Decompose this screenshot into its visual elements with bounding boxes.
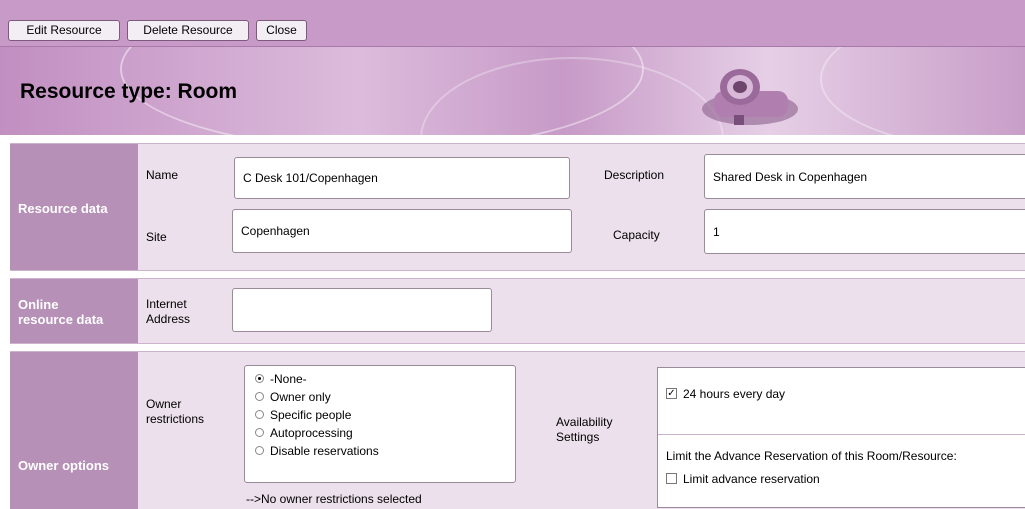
radio-autoprocessing[interactable]: [255, 428, 264, 438]
owner-restrictions-list: -None- Owner only Specific people Autopr…: [244, 365, 516, 483]
radio-none[interactable]: [255, 374, 264, 384]
name-label: Name: [146, 168, 179, 182]
site-label: Site: [146, 230, 167, 244]
option-owner-only[interactable]: Owner only: [255, 388, 331, 406]
limit-title: Limit the Advance Reservation of this Ro…: [666, 449, 957, 463]
edit-resource-button[interactable]: Edit Resource: [8, 20, 120, 41]
name-field[interactable]: [234, 157, 570, 199]
radio-disable-reservations[interactable]: [255, 446, 264, 456]
radio-specific-people[interactable]: [255, 410, 264, 420]
hours-option[interactable]: ✓ 24 hours every day: [666, 387, 785, 401]
limit-checkbox[interactable]: [666, 473, 677, 485]
internet-address-label: Internet Address: [146, 297, 191, 326]
resource-data-label: Resource data: [10, 144, 138, 270]
online-resource-data-label: Online resource data: [10, 279, 138, 343]
close-button[interactable]: Close: [256, 20, 307, 41]
owner-restrictions-label: Owner restrictions: [146, 397, 205, 426]
projector-icon: [702, 69, 798, 125]
hours-checkbox[interactable]: ✓: [666, 388, 677, 400]
availability-divider: [658, 434, 1025, 435]
description-label: Description: [604, 168, 665, 182]
delete-resource-button[interactable]: Delete Resource: [127, 20, 249, 41]
owner-options-section: Owner options Owner restrictions -None- …: [10, 351, 1025, 509]
resource-data-section: Resource data Name Description Site Capa…: [10, 143, 1025, 271]
availability-settings-box: ✓ 24 hours every day Limit the Advance Re…: [657, 367, 1025, 508]
option-autoprocessing[interactable]: Autoprocessing: [255, 424, 353, 442]
capacity-label: Capacity: [613, 228, 660, 242]
toolbar: Edit Resource Delete Resource Close: [0, 0, 1025, 47]
option-specific-people[interactable]: Specific people: [255, 406, 351, 424]
page-title: Resource type: Room: [20, 80, 238, 103]
capacity-field[interactable]: [704, 209, 1025, 254]
owner-restriction-status: -->No owner restrictions selected: [246, 492, 422, 506]
description-field[interactable]: [704, 154, 1025, 199]
site-field[interactable]: [232, 209, 572, 253]
owner-options-label: Owner options: [10, 352, 138, 509]
internet-address-field[interactable]: [232, 288, 492, 332]
option-disable-reservations[interactable]: Disable reservations: [255, 442, 379, 460]
limit-option[interactable]: Limit advance reservation: [666, 472, 820, 486]
online-resource-data-section: Online resource data Internet Address: [10, 278, 1025, 344]
banner: Resource type: Room: [0, 47, 1025, 135]
radio-owner-only[interactable]: [255, 392, 264, 402]
option-none[interactable]: -None-: [255, 370, 307, 388]
availability-settings-label: Availability Settings: [556, 415, 613, 444]
